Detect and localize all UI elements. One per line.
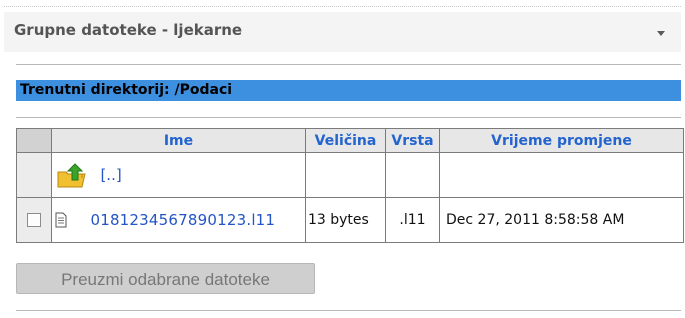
- document-icon: [55, 212, 67, 228]
- current-directory-label: Trenutni direktorij: /Podaci: [20, 82, 233, 98]
- folder-up-icon[interactable]: [56, 160, 88, 190]
- empty-cell: [439, 152, 684, 198]
- panel-header[interactable]: Grupne datoteke - ljekarne: [4, 12, 681, 52]
- top-border: [4, 6, 681, 7]
- empty-check-cell: [16, 152, 52, 198]
- file-name-cell[interactable]: 0181234567890123.l11: [51, 197, 306, 243]
- parent-directory-cell[interactable]: [..]: [51, 152, 306, 198]
- divider: [16, 64, 681, 65]
- file-type-cell: .l11: [385, 197, 440, 243]
- parent-directory-link[interactable]: [..]: [100, 166, 121, 184]
- current-directory-bar: Trenutni direktorij: /Podaci: [16, 80, 681, 101]
- column-header-name[interactable]: Ime: [51, 128, 306, 153]
- column-header-type[interactable]: Vrsta: [385, 128, 440, 153]
- divider: [16, 117, 681, 118]
- empty-cell: [305, 152, 386, 198]
- table-row[interactable]: 0181234567890123.l11 13 bytes .l11 Dec 2…: [16, 197, 684, 243]
- divider: [16, 310, 681, 311]
- column-header-size[interactable]: Veličina: [305, 128, 386, 153]
- row-select-cell: [16, 197, 52, 243]
- empty-cell: [385, 152, 440, 198]
- file-table: Ime Veličina Vrsta Vrijeme promjene [..]: [16, 128, 684, 243]
- file-name-link[interactable]: 0181234567890123.l11: [90, 211, 275, 229]
- file-size-cell: 13 bytes: [305, 197, 386, 243]
- select-column-header: [16, 128, 52, 153]
- column-header-modified[interactable]: Vrijeme promjene: [439, 128, 684, 153]
- chevron-down-icon[interactable]: [655, 28, 667, 38]
- download-selected-button[interactable]: Preuzmi odabrane datoteke: [16, 263, 315, 294]
- row-select-checkbox[interactable]: [27, 213, 41, 227]
- panel-title: Grupne datoteke - ljekarne: [14, 21, 243, 39]
- parent-directory-row[interactable]: [..]: [16, 152, 684, 198]
- file-modified-cell: Dec 27, 2011 8:58:58 AM: [439, 197, 684, 243]
